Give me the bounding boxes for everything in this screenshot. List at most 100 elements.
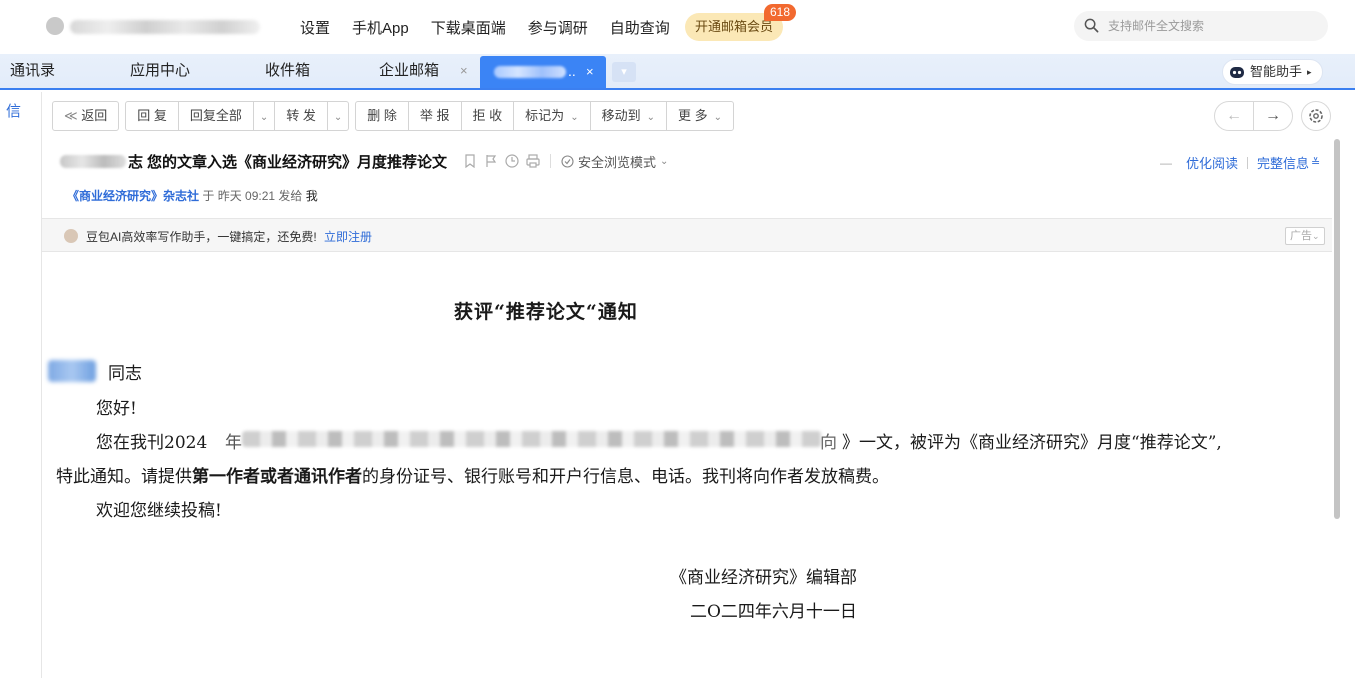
tab-inbox[interactable]: 收件箱 <box>265 54 310 88</box>
ad-avatar-icon <box>64 229 78 243</box>
tab-dropdown-icon[interactable]: ▾ <box>612 62 636 82</box>
subject-prefix: 志 <box>128 153 144 171</box>
chevron-down-icon: ⌄ <box>570 112 579 123</box>
more-label: 更 多 <box>677 108 708 123</box>
body-line-1-year-char: 年 <box>225 433 242 453</box>
report-button[interactable]: 举 报 <box>407 101 462 131</box>
safe-mode-label: 安全浏览模式 <box>578 154 657 170</box>
blurred-account-name <box>70 20 260 34</box>
prev-mail-arrow-icon[interactable]: ← <box>1214 101 1254 131</box>
back-button[interactable]: ≪ 返回 <box>52 101 120 131</box>
smart-assistant-button[interactable]: 智能助手 ▸ <box>1222 59 1323 85</box>
more-button[interactable]: 更 多 ⌄ <box>665 101 734 131</box>
reject-button[interactable]: 拒 收 <box>460 101 515 131</box>
nav-survey[interactable]: 参与调研 <box>528 17 588 38</box>
notice-title: 获评“推荐论文“通知 <box>454 301 638 323</box>
sidebar-item-mail[interactable]: 信 <box>6 100 21 121</box>
move-to-button[interactable]: 移动到 ⌄ <box>589 101 667 131</box>
account-avatar[interactable] <box>46 17 64 35</box>
chevron-down-icon: ⌄ <box>259 112 269 123</box>
ad-bar: 豆包AI高效率写作助手，一键搞定，还免费! 立即注册 广告⌄ <box>42 218 1332 252</box>
blurred-tab-title <box>494 66 566 78</box>
mail-scrollbar[interactable] <box>1333 135 1341 678</box>
safe-browsing-toggle[interactable]: 安全浏览模式 ⌄ <box>561 152 668 171</box>
move-to-label: 移动到 <box>601 108 641 123</box>
tab-title-suffix: .. <box>568 63 576 79</box>
tab-contacts[interactable]: 通讯录 <box>10 54 55 88</box>
mail-toolbar: ≪ 返回 回 复 回复全部 ⌄ 转 发 ⌄ 删 除 举 报 拒 收 标记为 ⌄ 移… <box>52 101 734 131</box>
greeting: 您好! <box>96 399 137 419</box>
search-box[interactable] <box>1074 11 1328 41</box>
signature-date: 二O二四年六月十一日 <box>690 602 857 622</box>
top-bar: 设置 手机App 下载桌面端 参与调研 自助查询 开通邮箱会员 618 <box>0 0 1355 54</box>
back-label: 返回 <box>81 108 108 123</box>
double-chevron-down-icon[interactable]: ≚ <box>1311 156 1320 169</box>
body-line-2-b: 的身份证号、银行账号和开户行信息、电话。我刊将向作者发放稿费。 <box>362 467 889 487</box>
forward-dropdown-button[interactable]: ⌄ <box>326 101 350 131</box>
blurred-recipient <box>48 360 96 382</box>
left-folder-panel: 信 <box>0 92 42 678</box>
blurred-recipient-name <box>60 154 126 168</box>
nav-self-service[interactable]: 自助查询 <box>610 17 670 38</box>
subject-actions <box>463 154 540 168</box>
forward-button[interactable]: 转 发 <box>274 101 328 131</box>
caret-right-icon: ▸ <box>1307 67 1312 77</box>
double-chevron-left-icon: ≪ <box>64 108 78 123</box>
delete-button[interactable]: 删 除 <box>355 101 409 131</box>
body-line-2-a: 特此通知。请提供 <box>56 467 192 487</box>
nav-mobile-app[interactable]: 手机App <box>352 17 409 38</box>
blurred-article-title <box>242 431 822 447</box>
next-mail-arrow-icon[interactable]: → <box>1253 101 1293 131</box>
chevron-down-icon: ⌄ <box>1312 231 1320 241</box>
tab-close-icon[interactable]: × <box>586 56 594 88</box>
ad-tag[interactable]: 广告⌄ <box>1285 227 1325 245</box>
sender-name[interactable]: 《商业经济研究》杂志社 <box>67 189 199 203</box>
body-line-1-end: 》一文，被评为《商业经济研究》月度“推荐论文”, <box>842 433 1222 453</box>
top-nav: 设置 手机App 下载桌面端 参与调研 自助查询 <box>300 17 692 38</box>
nav-download-desktop[interactable]: 下载桌面端 <box>431 17 506 38</box>
tab-current-mail[interactable]: .. × <box>480 56 606 88</box>
scrollbar-thumb[interactable] <box>1334 139 1340 519</box>
nav-settings[interactable]: 设置 <box>300 17 330 38</box>
mail-nav-arrows: ← → <box>1214 101 1293 131</box>
mail-view-links: — 优化阅读 完整信息 ≚ <box>1160 153 1320 172</box>
send-time: 于 昨天 09:21 发给 <box>202 189 303 203</box>
reply-button[interactable]: 回 复 <box>125 101 179 131</box>
reply-dropdown-button[interactable]: ⌄ <box>252 101 276 131</box>
shield-check-icon <box>561 154 574 168</box>
vip-badge: 618 <box>764 4 797 21</box>
optimize-read-link[interactable]: 优化阅读 <box>1186 153 1238 172</box>
mail-subject-row: 志 您的文章入选《商业经济研究》月度推荐论文 安全浏览模式 ⌄ <box>60 150 668 172</box>
body-line-2: 特此通知。请提供第一作者或者通讯作者的身份证号、银行账号和开户行信息、电话。我刊… <box>56 462 889 487</box>
assistant-label: 智能助手 <box>1250 64 1303 79</box>
ad-register-link[interactable]: 立即注册 <box>324 230 372 244</box>
body-line-3: 欢迎您继续投稿! <box>96 501 222 521</box>
tab-close-icon[interactable]: × <box>460 54 468 88</box>
signature: 《商业经济研究》编辑部 <box>670 568 857 588</box>
chevron-down-icon: ⌄ <box>333 112 343 123</box>
ad-text: 豆包AI高效率写作助手，一键搞定，还免费! <box>86 230 317 244</box>
settings-button[interactable] <box>1301 101 1331 131</box>
recipient[interactable]: 我 <box>306 189 318 203</box>
chevron-down-icon: ⌄ <box>713 112 722 123</box>
mark-as-label: 标记为 <box>525 108 565 123</box>
bookmark-icon[interactable] <box>463 154 477 168</box>
print-icon[interactable] <box>526 154 540 168</box>
chevron-down-icon: ⌄ <box>660 155 669 167</box>
flag-icon[interactable] <box>484 154 498 168</box>
tab-enterprise-mail[interactable]: 企业邮箱 <box>379 54 439 88</box>
clock-icon[interactable] <box>505 154 519 168</box>
minus-icon[interactable]: — <box>1160 156 1172 170</box>
reply-all-button[interactable]: 回复全部 <box>177 101 254 131</box>
body-line-2-bold: 第一作者或者通讯作者 <box>192 467 362 487</box>
salutation: 同志 <box>108 364 142 384</box>
from-row: 《商业经济研究》杂志社 于 昨天 09:21 发给 我 <box>67 187 318 204</box>
tab-bar: 通讯录 应用中心 收件箱 企业邮箱 × .. × ▾ 智能助手 ▸ <box>0 54 1355 90</box>
full-info-link[interactable]: 完整信息 <box>1257 153 1309 172</box>
mail-subject: 您的文章入选《商业经济研究》月度推荐论文 <box>147 153 448 171</box>
search-input[interactable] <box>1108 17 1318 35</box>
mark-as-button[interactable]: 标记为 ⌄ <box>513 101 591 131</box>
tab-app-center[interactable]: 应用中心 <box>130 54 190 88</box>
robot-icon <box>1230 67 1244 78</box>
chevron-down-icon: ⌄ <box>646 112 655 123</box>
